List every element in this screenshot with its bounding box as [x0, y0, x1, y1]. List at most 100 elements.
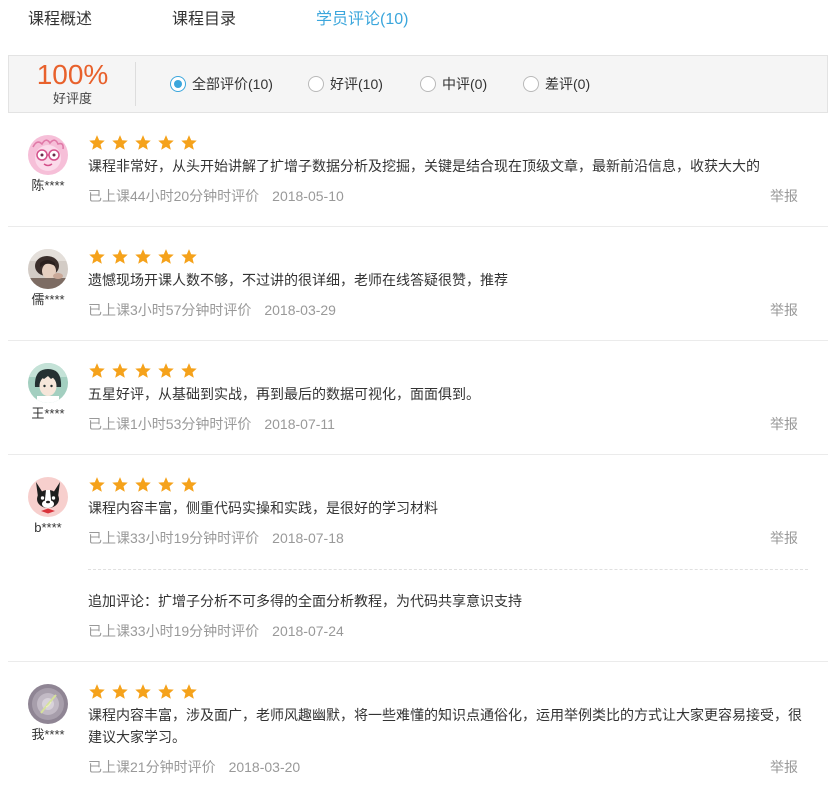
- review-meta: 已上课21分钟时评价 2018-03-20 举报: [88, 756, 808, 778]
- study-time: 已上课33小时19分钟时评价: [88, 623, 260, 639]
- radio-icon[interactable]: [308, 76, 324, 92]
- anime-boy-avatar: [28, 363, 68, 403]
- report-link[interactable]: 举报: [770, 527, 798, 549]
- reviewer-name: 王****: [31, 406, 65, 421]
- dog-avatar: [28, 477, 68, 517]
- star-icon: [89, 477, 105, 492]
- review-list: 陈**** 课程非常好，从头开始讲解了扩增子数据分析及挖掘，关键是结合现在顶级文…: [8, 113, 828, 794]
- review-meta: 已上课1小时53分钟时评价 2018-07-11 举报: [88, 413, 808, 435]
- review-text: 课程内容丰富，涉及面广，老师风趣幽默，将一些难懂的知识点通俗化，运用举例类比的方…: [88, 707, 802, 745]
- review-body: 遗憾现场开课人数不够，不过讲的很详细，老师在线答疑很赞，推荐 已上课3小时57分…: [88, 247, 808, 321]
- star-rating: [88, 133, 808, 153]
- star-icon: [89, 249, 105, 264]
- reviewer: b****: [28, 477, 68, 538]
- reviewer-name: b****: [34, 520, 62, 535]
- tab-catalog[interactable]: 课程目录: [172, 9, 236, 31]
- reviewer-name: 陈****: [31, 178, 65, 193]
- report-link[interactable]: 举报: [770, 185, 798, 207]
- report-link[interactable]: 举报: [770, 299, 798, 321]
- positive-rate-label: 好评度: [52, 91, 92, 106]
- filter-negative[interactable]: 差评(0): [523, 74, 590, 94]
- radio-icon[interactable]: [420, 76, 436, 92]
- appended-review-meta: 已上课33小时19分钟时评价 2018-07-24: [88, 620, 808, 642]
- star-rating: [88, 682, 808, 702]
- star-icon: [89, 363, 105, 378]
- reviewer: 我****: [28, 684, 68, 745]
- review-meta: 已上课3小时57分钟时评价 2018-03-29 举报: [88, 299, 808, 321]
- star-icon: [158, 363, 174, 378]
- star-icon: [181, 249, 197, 264]
- filter-neutral[interactable]: 中评(0): [420, 74, 487, 94]
- star-icon: [181, 135, 197, 150]
- tab-overview[interactable]: 课程概述: [28, 9, 92, 31]
- review-item: 我**** 课程内容丰富，涉及面广，老师风趣幽默，将一些难懂的知识点通俗化，运用…: [8, 662, 828, 794]
- review-text: 遗憾现场开课人数不够，不过讲的很详细，老师在线答疑很赞，推荐: [88, 272, 508, 288]
- review-body: 课程非常好，从头开始讲解了扩增子数据分析及挖掘，关键是结合现在顶级文章，最新前沿…: [88, 133, 808, 207]
- purple-avatar: [28, 684, 68, 724]
- star-icon: [89, 135, 105, 150]
- star-icon: [181, 363, 197, 378]
- star-icon: [181, 684, 197, 699]
- radio-icon[interactable]: [170, 76, 186, 92]
- review-date: 2018-07-11: [264, 416, 335, 432]
- report-link[interactable]: 举报: [770, 756, 798, 778]
- filter-label: 中评(0): [442, 76, 488, 92]
- star-icon: [158, 135, 174, 150]
- star-icon: [135, 135, 151, 150]
- reviewer-name: 我****: [31, 727, 65, 742]
- review-date: 2018-05-10: [272, 188, 344, 204]
- divider: [135, 62, 136, 106]
- study-time: 已上课3小时57分钟时评价: [88, 302, 252, 318]
- review-item: 陈**** 课程非常好，从头开始讲解了扩增子数据分析及挖掘，关键是结合现在顶级文…: [8, 113, 828, 227]
- star-icon: [112, 249, 128, 264]
- star-icon: [135, 684, 151, 699]
- review-meta: 已上课44小时20分钟时评价 2018-05-10 举报: [88, 185, 808, 207]
- star-rating: [88, 475, 808, 495]
- star-icon: [158, 249, 174, 264]
- star-icon: [135, 363, 151, 378]
- filter-all[interactable]: 全部评价(10): [170, 74, 273, 94]
- reviewer: 儒****: [28, 249, 68, 310]
- photo-avatar: [28, 249, 68, 289]
- appended-review: 追加评论：扩增子分析不可多得的全面分析教程，为代码共享意识支持 已上课33小时1…: [88, 569, 808, 642]
- review-item: 王**** 五星好评，从基础到实战，再到最后的数据可视化，面面俱到。 已上课1小…: [8, 341, 828, 455]
- review-text: 课程非常好，从头开始讲解了扩增子数据分析及挖掘，关键是结合现在顶级文章，最新前沿…: [88, 158, 760, 174]
- review-body: 课程内容丰富，涉及面广，老师风趣幽默，将一些难懂的知识点通俗化，运用举例类比的方…: [88, 682, 808, 778]
- star-icon: [135, 249, 151, 264]
- review-meta: 已上课33小时19分钟时评价 2018-07-18 举报: [88, 527, 808, 549]
- filter-label: 差评(0): [545, 76, 591, 92]
- star-icon: [158, 684, 174, 699]
- study-time: 已上课21分钟时评价: [88, 759, 216, 775]
- study-time: 已上课33小时19分钟时评价: [88, 530, 260, 546]
- reviewer-name: 儒****: [31, 292, 65, 307]
- review-item: 儒**** 遗憾现场开课人数不够，不过讲的很详细，老师在线答疑很赞，推荐 已上课…: [8, 227, 828, 341]
- review-date: 2018-07-18: [272, 530, 344, 546]
- tab-reviews[interactable]: 学员评论(10): [316, 9, 408, 31]
- study-time: 已上课44小时20分钟时评价: [88, 188, 260, 204]
- star-icon: [135, 477, 151, 492]
- star-icon: [158, 477, 174, 492]
- star-icon: [89, 684, 105, 699]
- course-tabs: 课程概述 课程目录 学员评论(10): [0, 0, 836, 40]
- review-text: 五星好评，从基础到实战，再到最后的数据可视化，面面俱到。: [88, 386, 480, 402]
- filter-label: 好评(10): [330, 76, 383, 92]
- review-body: 课程内容丰富，侧重代码实操和实践，是很好的学习材料 已上课33小时19分钟时评价…: [88, 475, 808, 642]
- star-rating: [88, 361, 808, 381]
- star-icon: [181, 477, 197, 492]
- star-icon: [112, 363, 128, 378]
- review-text: 课程内容丰富，侧重代码实操和实践，是很好的学习材料: [88, 500, 438, 516]
- report-link[interactable]: 举报: [770, 413, 798, 435]
- reviewer: 陈****: [28, 135, 68, 196]
- review-item: b**** 课程内容丰富，侧重代码实操和实践，是很好的学习材料 已上课33小时1…: [8, 455, 828, 662]
- star-icon: [112, 135, 128, 150]
- reviewer: 王****: [28, 363, 68, 424]
- radio-icon[interactable]: [523, 76, 539, 92]
- review-filter-bar: 100% 好评度 全部评价(10) 好评(10) 中评(0) 差评(0): [8, 55, 828, 113]
- pink-cartoon-avatar: [28, 135, 68, 175]
- positive-rate: 100%: [36, 59, 109, 90]
- review-date: 2018-03-20: [228, 759, 301, 775]
- review-date: 2018-07-24: [272, 623, 344, 639]
- filter-positive[interactable]: 好评(10): [308, 74, 383, 94]
- star-icon: [112, 684, 128, 699]
- study-time: 已上课1小时53分钟时评价: [88, 416, 252, 432]
